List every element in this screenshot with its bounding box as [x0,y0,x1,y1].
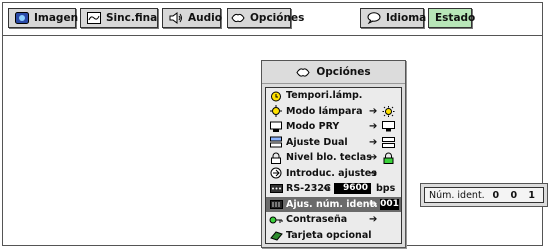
password-key-icon [269,214,283,226]
menu-item-label: Ajuste Dual [286,136,348,148]
rs232c-icon [269,183,283,195]
menu-item-tarjeta-opcional[interactable]: Tarjeta opcional [266,228,401,244]
lamp-timer-icon [269,90,283,102]
menu-item-label: Contraseña [286,214,348,226]
tab-imagen[interactable]: Imagen [8,8,79,28]
tab-label: Imagen [34,12,79,24]
arrow-right-icon: ➔ [369,152,378,163]
menu-item-nivel-blo-teclas[interactable]: Nivel blo. teclas ➔ [266,150,401,166]
menu-item-tempori-lamp[interactable]: Tempori.lámp. [266,88,401,104]
menu-item-rs232c[interactable]: RS-232C ➔ 9600 bps [266,181,401,197]
id-number-submenu: Núm. ident. 0 0 1 [420,183,548,207]
tab-sinc-fina[interactable]: Sinc.fina [80,8,158,28]
menu-item-contrasena[interactable]: Contraseña ➔ [266,212,401,228]
menu-item-label: Ajus. núm. ident. [286,198,378,210]
tab-label: Idioma [386,12,427,24]
arrow-right-icon: ➔ [369,121,378,132]
menu-item-label: Modo PRY [286,121,340,133]
dual-value-icon [382,136,395,148]
lamp-mode-value-icon [382,105,395,117]
tab-label: Estado [435,12,476,24]
submenu-label: Núm. ident. [429,189,485,201]
projection-value-icon [382,121,395,132]
osd-frame: Imagen Sinc.fina Audio Opciónes Idioma E… [2,2,548,248]
menu-item-introduc-ajustes[interactable]: Introduc. ajustes ➔ [266,166,401,182]
menu-item-label: Tarjeta opcional [286,229,372,241]
key-lock-icon [269,152,283,164]
arrow-right-icon: ➔ [323,183,331,194]
options-menu-panel: Opciónes Tempori.lámp. Modo lámpara ➔ Mo… [261,60,406,248]
arrow-right-icon: ➔ [369,136,378,148]
id-number-field[interactable]: Núm. ident. 0 0 1 [424,187,544,203]
fine-sync-icon [87,12,101,24]
picture-icon [15,12,29,24]
options-icon [296,67,310,78]
menu-item-label: Nivel blo. teclas [286,152,372,164]
option-card-icon [269,229,283,241]
key-lock-value-icon [382,152,395,164]
menu-item-ajuste-dual[interactable]: Ajuste Dual ➔ [266,135,401,151]
menu-item-list: Tempori.lámp. Modo lámpara ➔ Modo PRY ➔ [265,87,402,244]
arrow-right-icon: ➔ [369,198,378,210]
arrow-right-icon: ➔ [369,167,378,179]
tab-label: Opciónes [250,12,305,24]
tab-label: Audio [188,12,222,24]
speech-bubble-icon [367,12,381,24]
tab-idioma[interactable]: Idioma [360,8,427,28]
tab-estado[interactable]: Estado [428,8,476,28]
id-number-icon [269,198,283,210]
menu-item-label: Modo lámpara [286,105,363,117]
menu-item-modo-lampara[interactable]: Modo lámpara ➔ [266,104,401,120]
setting-input-icon [269,167,283,179]
arrow-right-icon: ➔ [369,214,378,225]
submenu-value: 0 0 1 [492,189,539,201]
tab-audio[interactable]: Audio [162,8,222,28]
arrow-right-icon: ➔ [369,105,378,117]
baud-rate-value[interactable]: 9600 [334,183,371,194]
options-icon [231,12,245,24]
dual-setting-icon [269,136,283,148]
baud-rate-unit: bps [376,183,396,194]
menu-tab-bar: Imagen Sinc.fina Audio Opciónes Idioma E… [3,3,542,36]
menu-item-ajus-num-ident[interactable]: Ajus. núm. ident. ➔ 001 [266,196,401,212]
menu-item-modo-pry[interactable]: Modo PRY ➔ [266,119,401,135]
menu-item-label: Tempori.lámp. [286,90,363,102]
projection-mode-icon [269,121,283,133]
speaker-icon [169,12,183,24]
menu-title: Opciónes [262,61,405,84]
tab-label: Sinc.fina [106,12,158,24]
lamp-mode-icon [269,105,283,118]
id-number-value[interactable]: 001 [380,198,399,210]
menu-item-label: Introduc. ajustes [286,167,377,179]
tab-opciones[interactable]: Opciónes [227,8,304,28]
